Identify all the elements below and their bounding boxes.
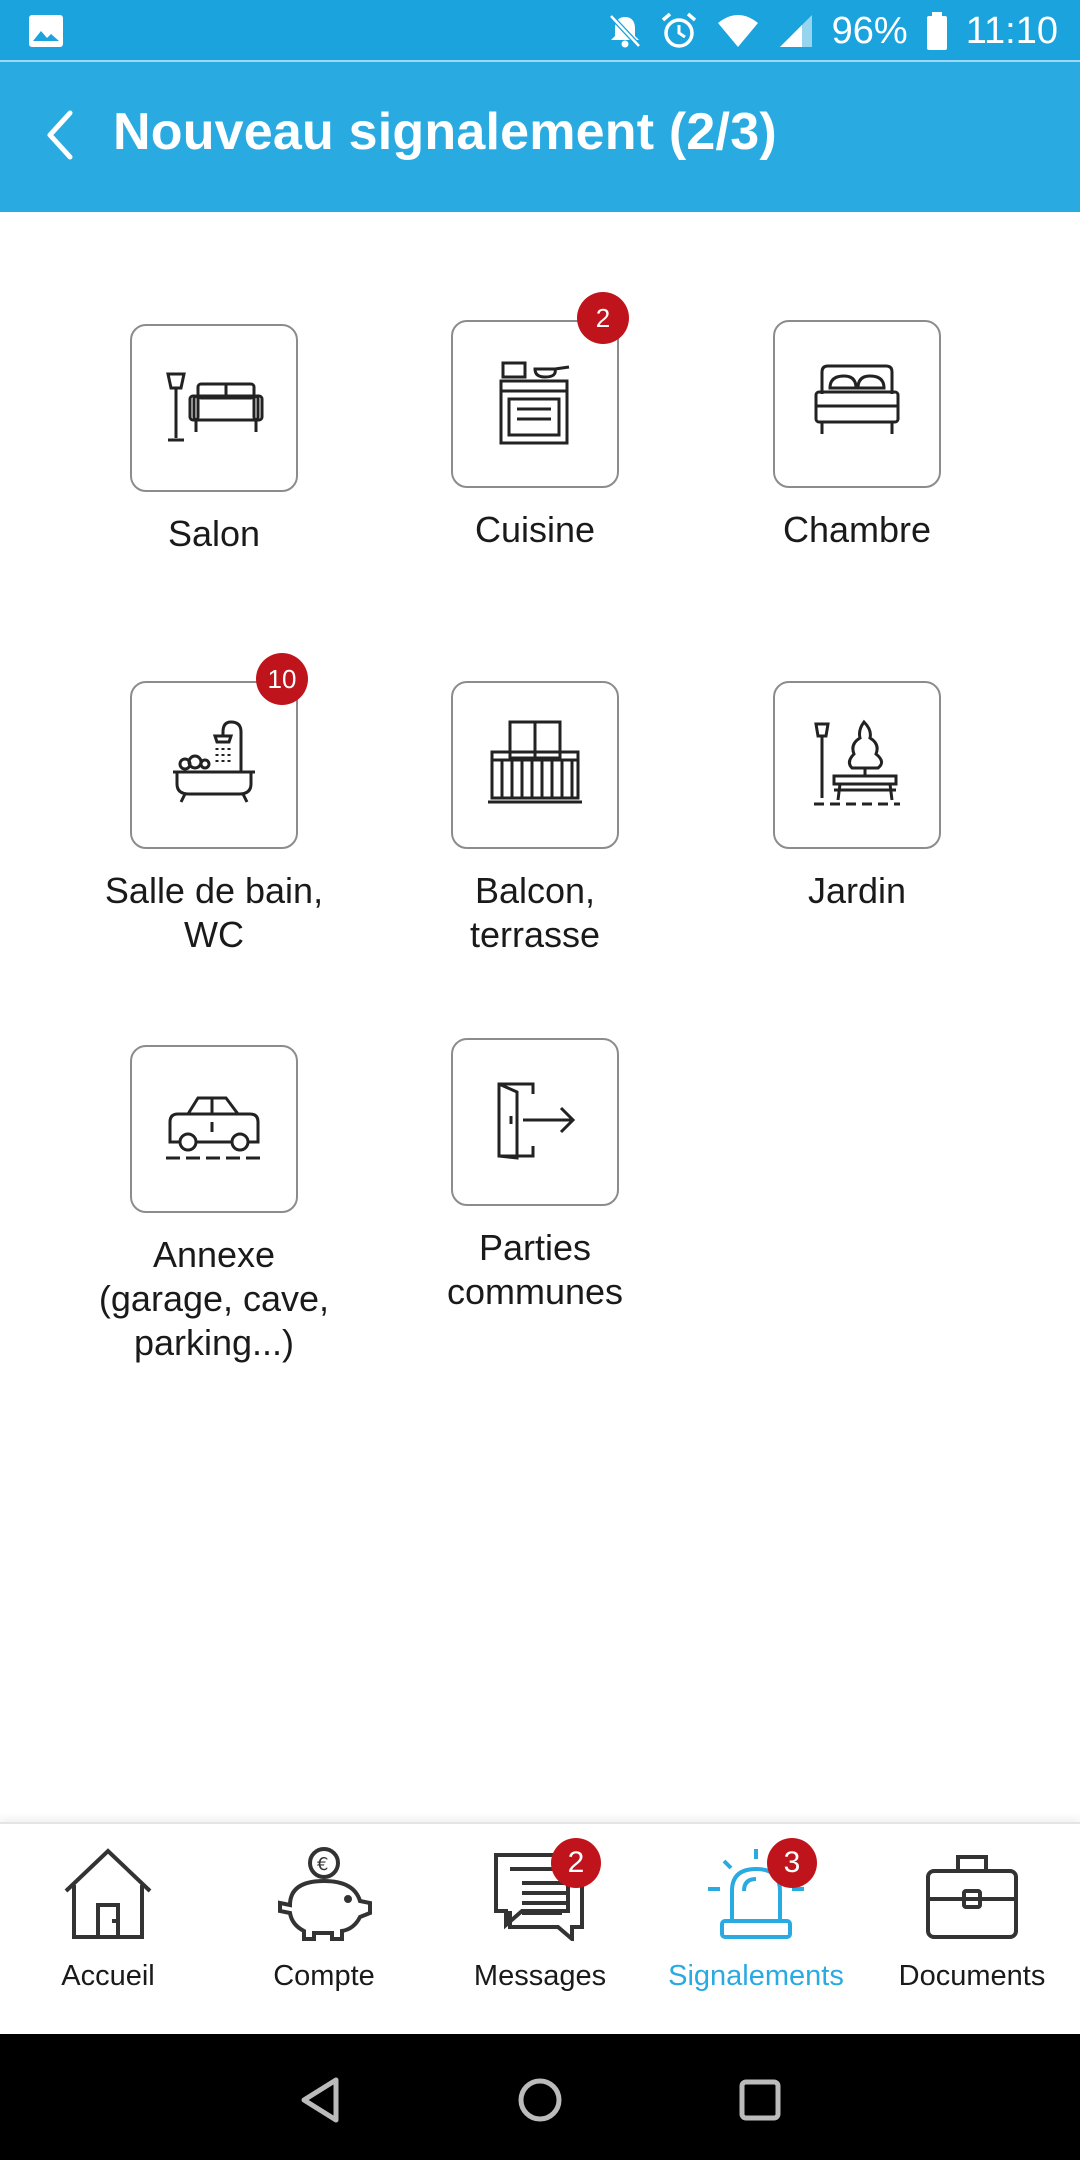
category-cuisine[interactable]: 2 Cuisine: [405, 292, 665, 552]
nav-label: Documents: [898, 1960, 1046, 1992]
category-tile[interactable]: [773, 681, 941, 849]
category-tile[interactable]: 2: [451, 292, 629, 488]
wifi-icon: [716, 13, 760, 49]
home-circle-icon: [516, 2076, 564, 2129]
category-tile[interactable]: [451, 1038, 619, 1206]
badge: 2: [551, 1838, 601, 1888]
category-tile[interactable]: [130, 1045, 298, 1213]
signal-icon: [778, 13, 814, 49]
category-parties-communes[interactable]: Parties communes: [405, 1038, 665, 1314]
category-annexe[interactable]: Annexe (garage, cave, parking...): [84, 1045, 344, 1365]
category-chambre[interactable]: Chambre: [727, 320, 987, 552]
category-label: Cuisine: [474, 509, 596, 550]
image-icon: [28, 14, 64, 48]
category-tile[interactable]: [773, 320, 941, 488]
recents-square-icon: [738, 2078, 782, 2127]
category-label: Salon: [167, 513, 261, 554]
bell-off-icon: [608, 13, 642, 49]
badge: 3: [767, 1838, 817, 1888]
back-button[interactable]: [30, 107, 90, 167]
stove-icon: [495, 357, 575, 452]
badge: 2: [577, 292, 629, 344]
category-label: Jardin: [807, 870, 907, 911]
category-label: Parties communes: [446, 1227, 624, 1312]
category-jardin[interactable]: Jardin: [727, 681, 987, 913]
nav-label: Signalements: [668, 1960, 844, 1992]
nav-label: Compte: [273, 1960, 375, 1992]
exit-door-icon: [493, 1078, 577, 1167]
battery-percent: 96%: [831, 9, 908, 52]
bathtub-icon: [169, 718, 259, 813]
home-icon: [60, 1847, 156, 1948]
nav-documents[interactable]: Documents: [864, 1824, 1080, 2036]
category-label: Balcon, terrasse: [469, 870, 601, 955]
category-label: Salle de bain, WC: [104, 870, 324, 955]
alarm-icon: [660, 12, 698, 50]
badge: 10: [256, 653, 308, 705]
car-icon: [164, 1092, 264, 1167]
category-tile[interactable]: 10: [130, 653, 308, 849]
clock: 11:10: [965, 9, 1058, 52]
battery-icon: [926, 12, 948, 50]
chevron-left-icon: [42, 109, 78, 166]
system-nav-bar: [0, 2034, 1080, 2160]
category-label: Annexe (garage, cave, parking...): [98, 1234, 330, 1363]
nav-accueil[interactable]: Accueil: [0, 1824, 216, 2036]
category-salon[interactable]: Salon: [84, 324, 344, 556]
back-triangle-icon: [298, 2076, 342, 2129]
status-bar: 96% 11:10: [0, 0, 1080, 62]
system-home-button[interactable]: [510, 2072, 570, 2132]
category-balcon[interactable]: Balcon, terrasse: [405, 681, 665, 957]
category-salle-de-bain[interactable]: 10 Salle de bain, WC: [84, 653, 344, 957]
nav-messages[interactable]: 2 Messages: [432, 1824, 648, 2036]
system-back-button[interactable]: [290, 2072, 350, 2132]
category-tile[interactable]: [451, 681, 619, 849]
sofa-icon: [164, 366, 264, 451]
nav-label: Messages: [473, 1960, 607, 1992]
category-tile[interactable]: [130, 324, 298, 492]
page-title: Nouveau signalement (2/3): [113, 103, 777, 161]
system-recents-button[interactable]: [730, 2072, 790, 2132]
category-label: Chambre: [782, 509, 932, 550]
bottom-nav: Accueil € Compte 2 Messages 3 Signalemen…: [0, 1822, 1080, 2034]
bed-icon: [812, 362, 902, 447]
svg-text:€: €: [317, 1854, 328, 1875]
balcony-icon: [488, 718, 582, 813]
garden-bench-icon: [812, 718, 902, 813]
nav-label: Accueil: [61, 1960, 155, 1992]
nav-compte[interactable]: € Compte: [216, 1824, 432, 2036]
piggy-bank-icon: €: [274, 1846, 374, 1948]
nav-signalements[interactable]: 3 Signalements: [648, 1824, 864, 2036]
app-bar: Nouveau signalement (2/3): [0, 62, 1080, 212]
briefcase-icon: [924, 1849, 1020, 1946]
